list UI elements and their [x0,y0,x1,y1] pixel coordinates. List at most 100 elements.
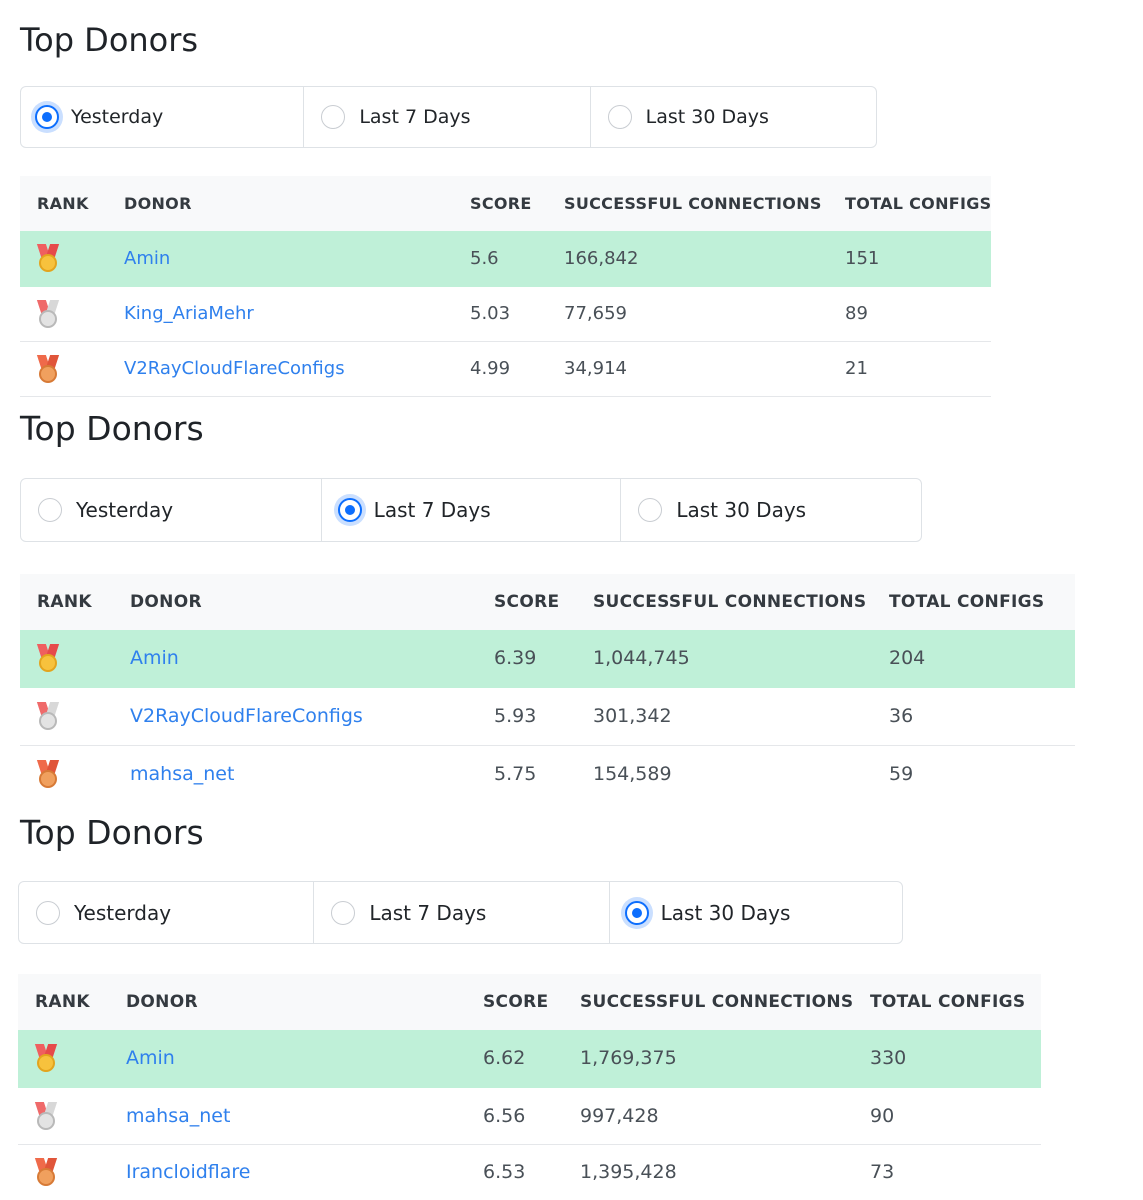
configs-cell: 73 [870,1161,895,1184]
radio-label: Last 30 Days [645,106,769,128]
configs-cell: 89 [845,286,991,342]
table-row: Amin 6.39 1,044,745 204 [20,630,1075,688]
column-header-score: SCORE [470,176,564,231]
donor-link[interactable]: V2RayCloudFlareConfigs [130,705,363,727]
gold-medal-icon [36,244,60,273]
donor-link[interactable]: King_AriaMehr [124,303,254,324]
table-row: Irancloidflare 6.53 1,395,428 73 [18,1144,1041,1200]
score-cell: 6.39 [494,630,593,688]
connections-cell: 166,842 [564,231,845,287]
score-cell: 5.03 [470,286,564,342]
bronze-medal-icon [36,760,60,789]
donor-link[interactable]: V2RayCloudFlareConfigs [124,358,345,379]
donors-table: RANK DONOR SCORE SUCCESSFUL CONNECTIONS … [18,974,1041,1200]
score-cell: 4.99 [470,341,564,397]
period-selector: Yesterday Last 7 Days Last 30 Days [20,86,877,148]
score-cell: 5.75 [494,763,537,786]
configs-cell: 21 [845,341,991,397]
table-header-row: RANK DONOR SCORE SUCCESSFUL CONNECTIONS … [20,176,991,231]
score-cell: 6.56 [483,1087,580,1145]
column-header-score: SCORE [483,974,580,1030]
table-row: mahsa_net 6.56 997,428 90 [18,1087,1041,1145]
gold-medal-icon [36,644,60,673]
page-title: Top Donors [20,813,204,852]
donor-link[interactable]: Amin [124,248,170,269]
period-selector: Yesterday Last 7 Days Last 30 Days [20,478,922,542]
column-header-configs: TOTAL CONFIGS [845,176,991,231]
table-row: mahsa_net 5.75 154,589 59 [20,745,1075,803]
radio-label: Last 7 Days [373,498,491,522]
radio-option-yesterday[interactable]: Yesterday [19,882,315,943]
radio-option-last-30-days[interactable]: Last 30 Days [591,87,876,147]
column-header-configs: TOTAL CONFIGS [889,574,1075,630]
column-header-connections: SUCCESSFUL CONNECTIONS [580,974,870,1030]
configs-cell: 59 [889,763,914,786]
table-row: V2RayCloudFlareConfigs 5.93 301,342 36 [20,687,1075,746]
connections-cell: 997,428 [580,1087,870,1145]
column-header-connections: SUCCESSFUL CONNECTIONS [564,176,845,231]
radio-checked-icon[interactable] [624,900,649,925]
radio-label: Last 30 Days [660,900,791,925]
gold-medal-icon [34,1044,58,1073]
table-row: Amin 6.62 1,769,375 330 [18,1030,1041,1088]
connections-cell: 301,342 [593,687,889,746]
radio-unchecked-icon[interactable] [38,498,62,522]
radio-option-last-30-days[interactable]: Last 30 Days [610,882,902,943]
table-row: V2RayCloudFlareConfigs 4.99 34,914 21 [20,341,991,397]
radio-option-last-7-days[interactable]: Last 7 Days [322,479,622,541]
donor-link[interactable]: mahsa_net [130,763,234,785]
score-cell: 6.53 [483,1161,526,1184]
donor-link[interactable]: Amin [126,1047,175,1069]
configs-cell: 204 [889,630,1075,688]
donors-table: RANK DONOR SCORE SUCCESSFUL CONNECTIONS … [20,574,1075,803]
column-header-donor: DONOR [126,974,483,1030]
radio-unchecked-icon[interactable] [36,900,60,925]
donor-link[interactable]: Irancloidflare [126,1161,250,1183]
silver-medal-icon [34,1101,58,1130]
column-header-configs: TOTAL CONFIGS [870,974,1041,1030]
radio-label: Last 7 Days [359,106,471,128]
column-header-connections: SUCCESSFUL CONNECTIONS [593,574,889,630]
radio-unchecked-icon[interactable] [607,105,632,129]
radio-checked-icon[interactable] [35,105,59,129]
radio-unchecked-icon[interactable] [331,900,356,925]
radio-label: Yesterday [76,498,174,522]
table-row: Amin 5.6 166,842 151 [20,231,991,287]
column-header-donor: DONOR [130,574,494,630]
donors-table: RANK DONOR SCORE SUCCESSFUL CONNECTIONS … [20,176,991,397]
connections-cell: 1,769,375 [580,1030,870,1088]
donor-link[interactable]: mahsa_net [126,1105,230,1127]
radio-label: Last 30 Days [676,498,807,522]
radio-option-last-7-days[interactable]: Last 7 Days [304,87,591,147]
table-header-row: RANK DONOR SCORE SUCCESSFUL CONNECTIONS … [18,974,1041,1030]
connections-cell: 34,914 [564,341,845,397]
column-header-donor: DONOR [124,176,470,231]
connections-cell: 154,589 [593,763,672,786]
connections-cell: 1,395,428 [580,1161,677,1184]
radio-label: Last 7 Days [369,900,487,925]
column-header-rank: RANK [18,974,126,1030]
radio-option-last-30-days[interactable]: Last 30 Days [621,479,921,541]
table-row: King_AriaMehr 5.03 77,659 89 [20,286,991,342]
bronze-medal-icon [34,1158,58,1187]
score-cell: 5.6 [470,231,564,287]
column-header-score: SCORE [494,574,593,630]
radio-checked-icon[interactable] [337,498,362,522]
column-header-rank: RANK [20,574,130,630]
donor-link[interactable]: Amin [130,647,179,669]
silver-medal-icon [36,299,60,328]
column-header-rank: RANK [20,176,124,231]
page-title: Top Donors [20,409,204,448]
radio-option-last-7-days[interactable]: Last 7 Days [314,882,610,943]
configs-cell: 330 [870,1030,1041,1088]
bronze-medal-icon [36,354,60,383]
configs-cell: 151 [845,231,991,287]
radio-option-yesterday[interactable]: Yesterday [21,479,322,541]
period-selector: Yesterday Last 7 Days Last 30 Days [18,881,903,944]
connections-cell: 1,044,745 [593,630,889,688]
radio-unchecked-icon[interactable] [638,498,663,522]
configs-cell: 36 [889,687,1075,746]
radio-unchecked-icon[interactable] [321,105,346,129]
configs-cell: 90 [870,1087,1041,1145]
radio-option-yesterday[interactable]: Yesterday [21,87,305,147]
